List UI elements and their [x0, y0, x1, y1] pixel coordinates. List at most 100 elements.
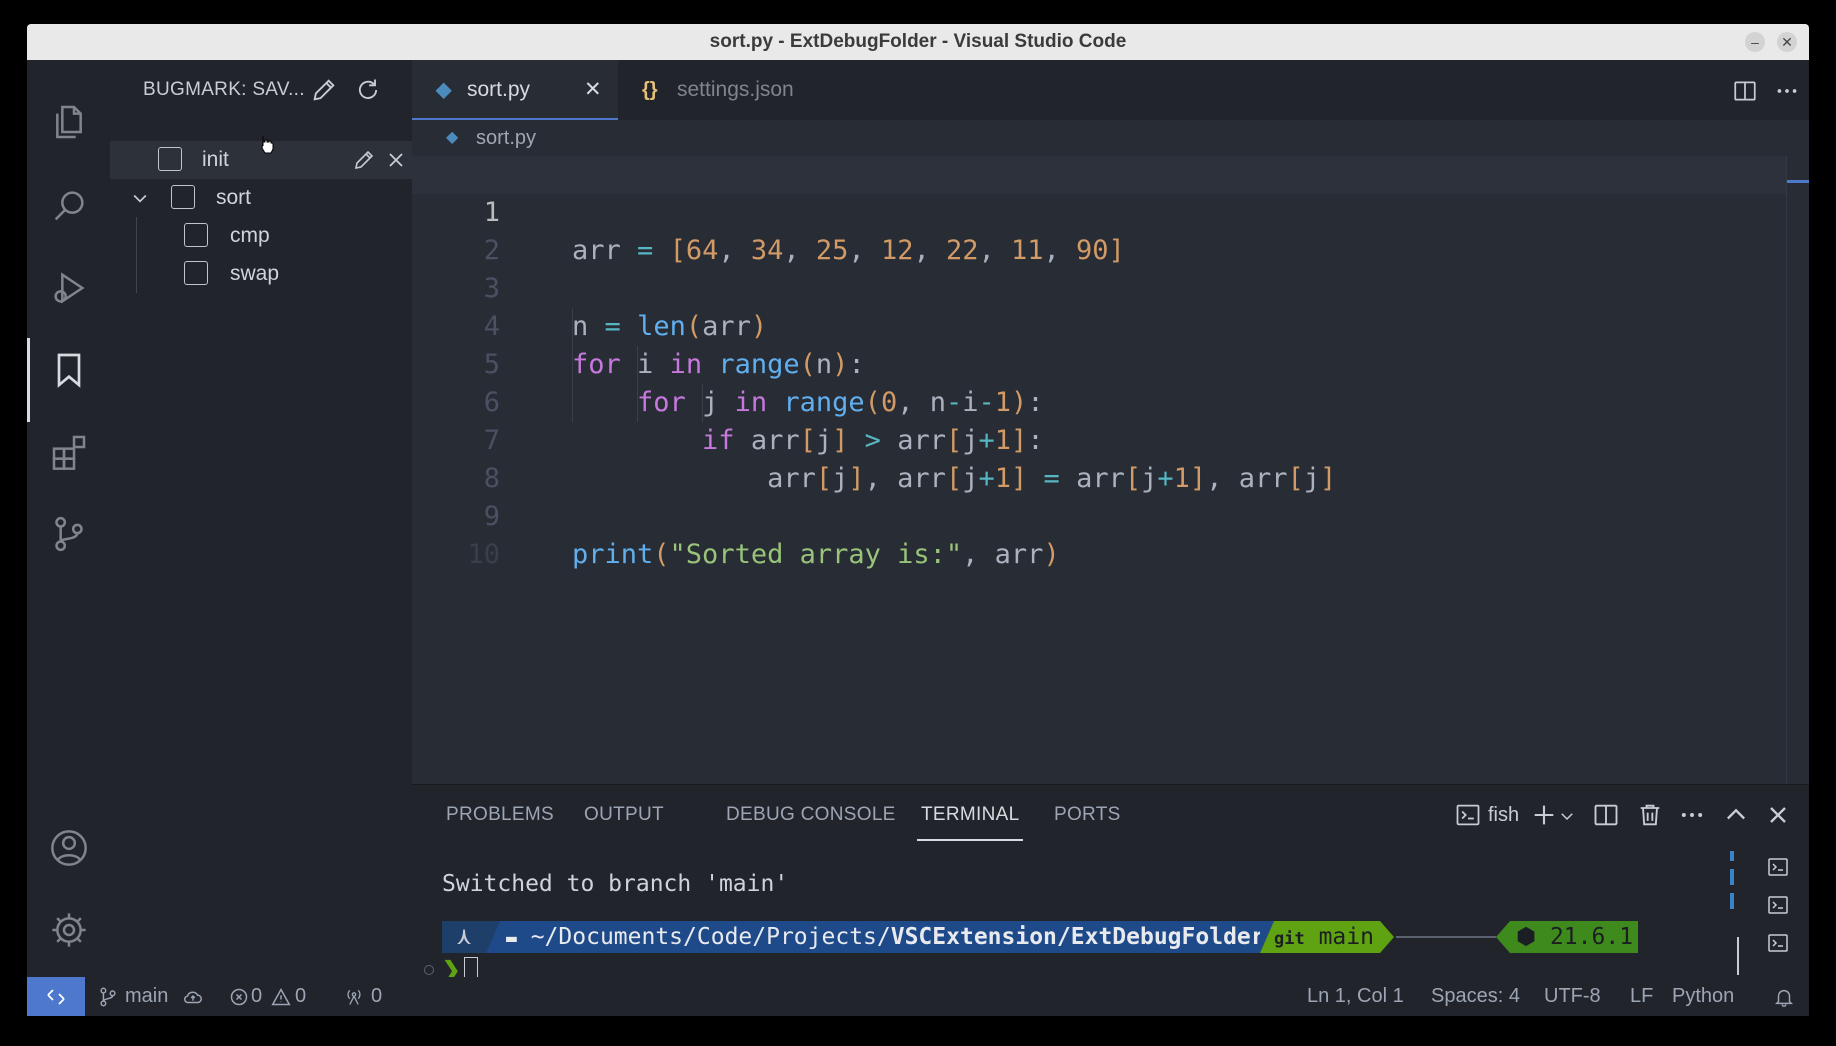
- delete-x-icon[interactable]: [384, 148, 408, 172]
- mouse-pointer-icon: [261, 136, 274, 154]
- source-control-icon[interactable]: [27, 502, 110, 566]
- cloud-sync-icon[interactable]: [181, 986, 205, 1008]
- status-encoding[interactable]: UTF-8: [1544, 977, 1601, 1016]
- code-line: 3 n = len(arr): [412, 232, 1809, 342]
- prompt-separator: [1396, 936, 1496, 938]
- tab-sort-py[interactable]: ◆ sort.py ✕: [412, 60, 618, 120]
- node-hexagon-icon: ⬢: [1516, 924, 1537, 950]
- more-actions-icon[interactable]: [1774, 78, 1800, 104]
- account-icon[interactable]: [27, 816, 110, 880]
- terminal-caret-line: [1737, 937, 1739, 975]
- breadcrumb: ◆ sort.py: [412, 120, 1809, 156]
- tree-item-cmp[interactable]: cmp: [110, 217, 412, 255]
- sidebar-title: BUGMARK: SAV...: [143, 79, 305, 100]
- tree-item-label: sort: [216, 186, 252, 209]
- checkbox[interactable]: [171, 185, 195, 209]
- status-cursor-position[interactable]: Ln 1, Col 1: [1307, 977, 1404, 1016]
- explorer-icon[interactable]: [27, 90, 110, 154]
- python-icon: ◆: [446, 129, 459, 146]
- folder-icon: ▬: [506, 928, 517, 949]
- settings-gear-icon[interactable]: [27, 898, 110, 962]
- chevron-down-icon[interactable]: [130, 188, 150, 208]
- tab-settings-json[interactable]: {} settings.json: [618, 60, 848, 120]
- code-line: 6 if arr[j] > arr[j+1]:: [412, 346, 1809, 456]
- refresh-icon[interactable]: [354, 76, 382, 104]
- code-line: 2: [412, 194, 1809, 266]
- ports-antenna-icon[interactable]: [343, 987, 365, 1007]
- panel-tab-terminal[interactable]: TERMINAL: [916, 797, 1024, 841]
- remote-icon: [47, 988, 65, 1005]
- notifications-bell-icon[interactable]: [1773, 986, 1795, 1008]
- git-label: git: [1274, 929, 1305, 949]
- prompt-path-prefix: ~/Documents/Code/Projects/: [530, 924, 891, 950]
- panel-tab-output[interactable]: OUTPUT: [584, 797, 664, 833]
- checkbox[interactable]: [158, 147, 182, 171]
- vscode-window: sort.py - ExtDebugFolder - Visual Studio…: [27, 24, 1809, 1016]
- prompt-node: ⬢ 21.6.1: [1510, 921, 1638, 953]
- minimize-button[interactable]: –: [1745, 32, 1765, 52]
- panel-tab-ports[interactable]: PORTS: [1054, 797, 1121, 833]
- code-line: 4 for i in range(n):: [412, 270, 1809, 380]
- terminal-instance-icon[interactable]: [1765, 931, 1791, 955]
- bottom-panel: PROBLEMS OUTPUT DEBUG CONSOLE TERMINAL P…: [412, 784, 1809, 985]
- tree-item-label: swap: [230, 262, 280, 285]
- status-errors[interactable]: 0: [251, 977, 262, 1016]
- split-editor-icon[interactable]: [1732, 78, 1758, 104]
- title-bar: sort.py - ExtDebugFolder - Visual Studio…: [27, 24, 1809, 60]
- close-window-button[interactable]: ✕: [1777, 32, 1797, 52]
- line-number: 10: [467, 539, 500, 570]
- terminal-scrollbar[interactable]: [1730, 851, 1734, 917]
- tree-item-sort[interactable]: sort: [110, 179, 412, 217]
- checkbox[interactable]: [184, 223, 208, 247]
- status-warnings[interactable]: 0: [295, 977, 306, 1016]
- sidebar-header: BUGMARK: SAV...: [110, 60, 412, 120]
- minimap[interactable]: [1786, 156, 1809, 784]
- trash-icon[interactable]: [1636, 801, 1664, 829]
- extensions-icon[interactable]: [27, 420, 110, 484]
- prompt-branch: main: [1318, 924, 1374, 950]
- bugmark-sidebar: BUGMARK: SAV... init sort cmp swap: [110, 60, 412, 977]
- panel-tab-problems[interactable]: PROBLEMS: [446, 797, 554, 833]
- search-icon[interactable]: [27, 174, 110, 238]
- prompt-path: ▬ ~/Documents/Code/Projects/VSCExtension…: [500, 921, 1265, 953]
- status-branch[interactable]: main: [125, 977, 168, 1016]
- remote-indicator[interactable]: [27, 977, 85, 1016]
- activity-bar: [27, 60, 110, 977]
- tree-item-swap[interactable]: swap: [110, 255, 412, 293]
- branch-icon: [100, 987, 116, 1007]
- more-actions-icon[interactable]: [1678, 801, 1706, 829]
- code-line: 7 arr[j], arr[j+1] = arr[j+1], arr[j]: [412, 384, 1809, 494]
- close-tab-icon[interactable]: ✕: [584, 60, 602, 120]
- status-language[interactable]: Python: [1672, 977, 1734, 1016]
- split-terminal-icon[interactable]: [1592, 801, 1620, 829]
- close-panel-icon[interactable]: [1764, 801, 1792, 829]
- maximize-panel-icon[interactable]: [1722, 801, 1750, 829]
- status-circle-icon: [424, 965, 434, 975]
- code-text: print("Sorted array is:", arr): [572, 539, 1060, 570]
- terminal-instance-icon[interactable]: [1765, 893, 1791, 917]
- edit-pencil-icon[interactable]: [352, 148, 376, 172]
- checkbox[interactable]: [184, 261, 208, 285]
- warning-icon[interactable]: [271, 987, 291, 1007]
- code-editor[interactable]: 1 arr = [64, 34, 25, 12, 22, 11, 90] 2 3…: [412, 156, 1809, 784]
- editor-tabs: ◆ sort.py ✕ {} settings.json: [412, 60, 1809, 120]
- tree-item-label: init: [202, 148, 229, 171]
- code-line: 5 for j in range(0, n-i-1):: [412, 308, 1809, 418]
- terminal-instance-icon[interactable]: [1765, 855, 1791, 879]
- terminal-shell-name[interactable]: fish: [1488, 797, 1519, 833]
- panel-tab-debug-console[interactable]: DEBUG CONSOLE: [726, 797, 896, 833]
- python-icon: ◆: [436, 79, 452, 101]
- terminal-icon: [1456, 804, 1480, 826]
- status-indentation[interactable]: Spaces: 4: [1431, 977, 1520, 1016]
- breadcrumb-file[interactable]: sort.py: [476, 120, 536, 156]
- edit-pencil-icon[interactable]: [310, 76, 338, 104]
- error-icon[interactable]: [229, 987, 249, 1007]
- bookmark-icon[interactable]: [27, 338, 110, 422]
- tree-item-label: cmp: [230, 224, 270, 247]
- status-eol[interactable]: LF: [1630, 977, 1653, 1016]
- status-ports[interactable]: 0: [371, 977, 382, 1016]
- new-terminal-icon[interactable]: [1530, 801, 1558, 829]
- prompt-path-bold: VSCExtension/ExtDebugFolder: [890, 924, 1265, 950]
- run-debug-icon[interactable]: [27, 256, 110, 320]
- chevron-down-icon[interactable]: [1558, 807, 1576, 825]
